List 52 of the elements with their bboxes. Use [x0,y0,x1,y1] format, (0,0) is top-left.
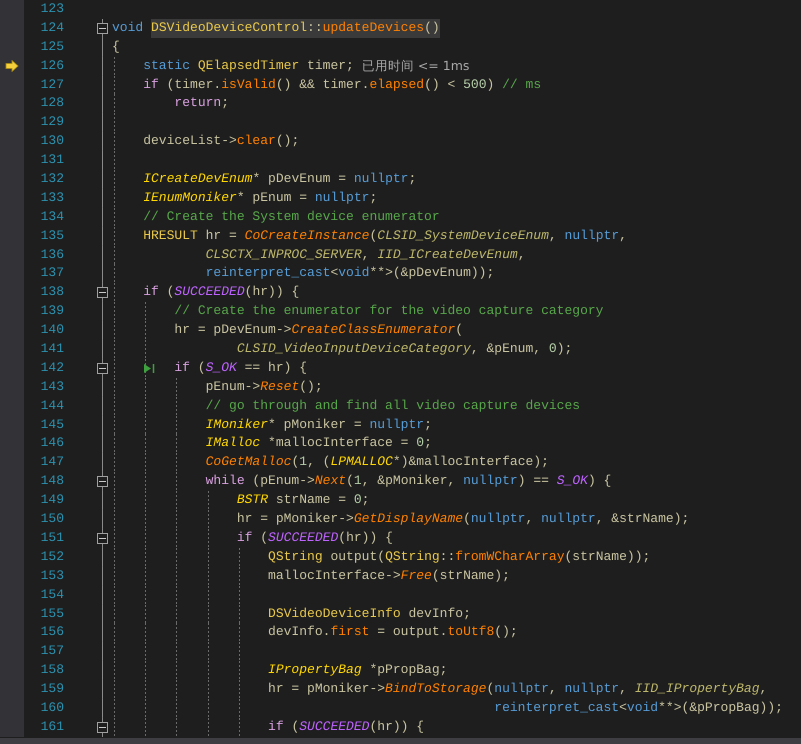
code-line: void DSVideoDeviceControl::updateDevices() [110,18,801,38]
line-number: 137 [40,264,64,282]
code-line: static QElapsedTimer timer; [142,56,354,75]
line-number: 145 [40,416,64,434]
line-number: 123 [40,0,64,18]
code-line: if (S_OK == hr) { [174,358,308,377]
line-number: 126 [40,56,64,75]
line-number: 154 [40,586,64,604]
line-number: 152 [40,548,64,566]
fold-toggle[interactable] [96,476,108,488]
line-number: 135 [40,226,64,245]
line-number: 138 [40,283,64,302]
fold-toggle[interactable] [96,362,108,374]
line-number: 140 [40,321,64,340]
line-number: 157 [40,642,64,660]
line-number: 130 [40,132,64,150]
line-number: 161 [40,718,64,736]
fold-toggle[interactable] [96,22,108,34]
line-number: 131 [40,151,64,170]
line-number: 127 [40,76,64,94]
line-number: 146 [40,434,64,452]
current-statement-arrow-icon [5,60,19,72]
line-number: 153 [40,566,64,585]
line-number: 134 [40,208,64,226]
fold-toggle[interactable] [96,722,108,733]
line-number: 148 [40,472,64,490]
line-number: 125 [40,38,64,56]
line-number: 124 [40,18,64,37]
run-to-click-icon[interactable] [143,362,156,374]
fold-toggle[interactable] [96,532,108,544]
line-number: 158 [40,661,64,680]
line-number: 133 [40,188,64,207]
line-number: 151 [40,528,64,547]
line-number: 144 [40,396,64,415]
line-number: 149 [40,491,64,510]
line-number: 139 [40,302,64,320]
fold-toggle[interactable] [96,287,108,298]
line-number: 160 [40,698,64,717]
line-number: 150 [40,510,64,528]
line-number: 132 [40,170,64,188]
line-number: 143 [40,378,64,396]
line-number: 129 [40,113,64,132]
inline-hint: 已用时间 <= 1ms [362,56,470,75]
line-number: 142 [40,358,64,377]
line-number: 128 [40,94,64,112]
line-number: 159 [40,680,64,698]
code-line: { [111,38,121,56]
line-number: 141 [40,340,64,358]
line-number: 147 [40,453,64,472]
line-number: 155 [40,604,64,622]
line-number: 156 [40,623,64,642]
line-number: 136 [40,246,64,264]
